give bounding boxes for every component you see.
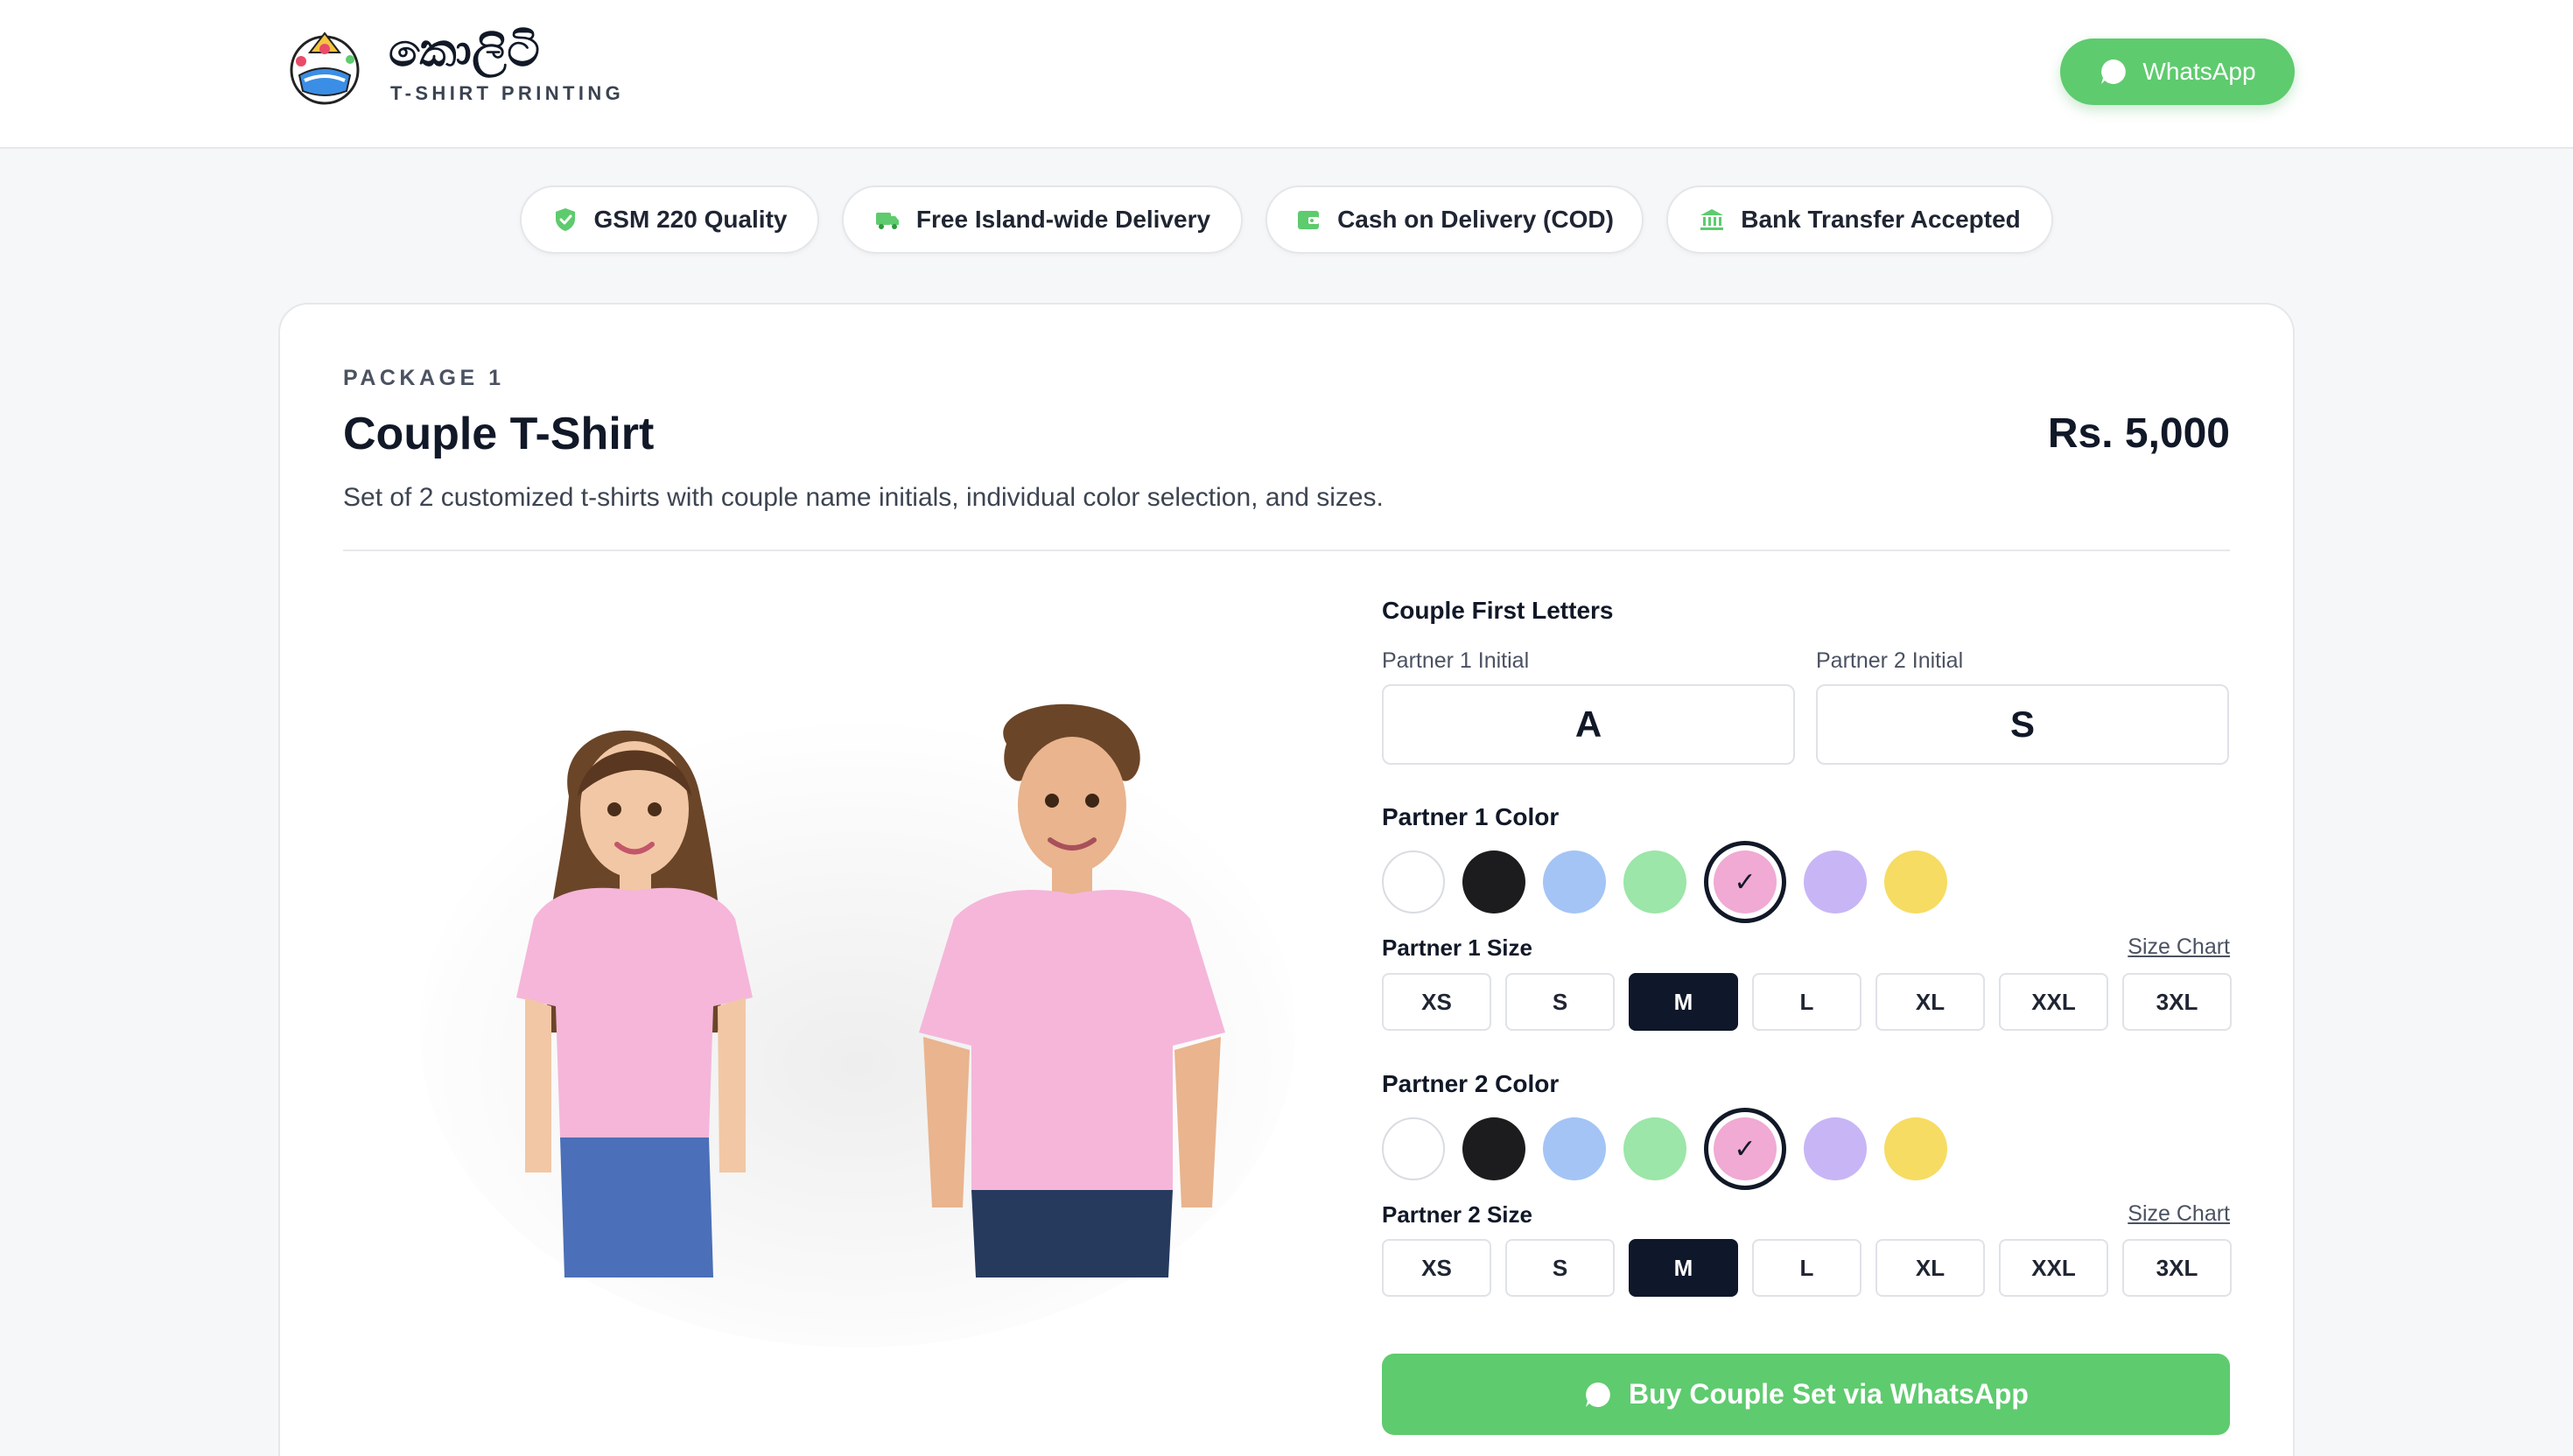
shield-check-icon [555,208,575,231]
color-swatch-green[interactable] [1623,1117,1686,1180]
color-swatch-green[interactable] [1623,850,1686,914]
whatsapp-header-label: WhatsApp [2142,58,2256,85]
size-option-xs[interactable]: XS [1382,973,1491,1031]
partner1-color-swatches: ✓ [1382,841,1947,923]
partner2-size-chart-link[interactable]: Size Chart [2128,1201,2230,1227]
partner2-size-options: XS S M L XL XXL 3XL [1382,1239,2232,1297]
couple-letters-title: Couple First Letters [1382,597,1614,624]
size-option-m[interactable]: M [1629,1239,1738,1297]
color-swatch-white[interactable] [1382,850,1445,914]
feature-pill-quality: GSM 220 Quality [520,186,819,254]
size-option-3xl[interactable]: 3XL [2122,973,2232,1031]
partner1-size-title: Partner 1 Size [1382,934,1532,961]
color-swatch-yellow[interactable] [1884,1117,1947,1180]
package-description: Set of 2 customized t-shirts with couple… [343,483,1384,512]
size-option-l[interactable]: L [1752,973,1861,1031]
partner2-color-title: Partner 2 Color [1382,1070,1560,1097]
whatsapp-icon [2101,60,2127,84]
brand-subtitle: T-SHIRT PRINTING [390,82,625,104]
feature-label: Bank Transfer Accepted [1741,206,2021,233]
color-swatch-black[interactable] [1462,1117,1525,1180]
size-option-s[interactable]: S [1505,1239,1615,1297]
color-swatch-blue[interactable] [1543,850,1606,914]
color-swatch-pink[interactable]: ✓ [1704,841,1786,923]
color-swatch-black[interactable] [1462,850,1525,914]
partner2-color-swatches: ✓ [1382,1108,1947,1190]
size-option-m[interactable]: M [1629,973,1738,1031]
size-option-xxl[interactable]: XXL [1999,1239,2108,1297]
size-option-3xl[interactable]: 3XL [2122,1239,2232,1297]
color-swatch-blue[interactable] [1543,1117,1606,1180]
check-icon: ✓ [1714,850,1777,914]
partner1-color-title: Partner 1 Color [1382,803,1560,830]
partner2-size-title: Partner 2 Size [1382,1201,1532,1228]
partner2-initial-input[interactable] [1816,684,2229,765]
size-option-xl[interactable]: XL [1875,1239,1985,1297]
couple-tshirt-image [420,704,1295,1348]
size-option-l[interactable]: L [1752,1239,1861,1297]
color-swatch-pink[interactable]: ✓ [1704,1108,1786,1190]
package-label: PACKAGE 1 [343,366,505,390]
feature-label: GSM 220 Quality [593,206,788,233]
partner1-initial-input[interactable] [1382,684,1795,765]
whatsapp-header-button[interactable]: WhatsApp [2060,38,2295,105]
partner1-size-chart-link[interactable]: Size Chart [2128,934,2230,960]
brand-title: කොලිටි [389,24,541,77]
feature-label: Cash on Delivery (COD) [1337,206,1614,233]
size-option-xxl[interactable]: XXL [1999,973,2108,1031]
divider [343,550,2230,551]
package-title: Couple T-Shirt [343,409,655,459]
logo-icon[interactable] [284,26,366,108]
buy-couple-set-button[interactable]: Buy Couple Set via WhatsApp [1382,1354,2230,1435]
color-swatch-purple[interactable] [1804,1117,1867,1180]
size-option-xs[interactable]: XS [1382,1239,1491,1297]
feature-pill-cod: Cash on Delivery (COD) [1265,186,1644,254]
color-swatch-purple[interactable] [1804,850,1867,914]
size-option-s[interactable]: S [1505,973,1615,1031]
buy-button-label: Buy Couple Set via WhatsApp [1629,1378,2029,1410]
check-icon: ✓ [1714,1117,1777,1180]
color-swatch-white[interactable] [1382,1117,1445,1180]
site-header: කොලිටි T-SHIRT PRINTING WhatsApp [0,0,2573,149]
bank-icon [1700,209,1724,230]
whatsapp-icon [1586,1382,1610,1407]
size-option-xl[interactable]: XL [1875,973,1985,1031]
feature-pill-bank: Bank Transfer Accepted [1666,186,2053,254]
feature-pill-delivery: Free Island-wide Delivery [842,186,1243,254]
wallet-icon [1298,211,1320,229]
partner1-size-options: XS S M L XL XXL 3XL [1382,973,2232,1031]
truck-icon [875,213,899,229]
color-swatch-yellow[interactable] [1884,850,1947,914]
feature-label: Free Island-wide Delivery [915,206,1211,233]
partner1-initial-label: Partner 1 Initial [1382,648,1530,673]
partner2-initial-label: Partner 2 Initial [1816,648,1964,673]
package-price: Rs. 5,000 [2047,410,2230,457]
